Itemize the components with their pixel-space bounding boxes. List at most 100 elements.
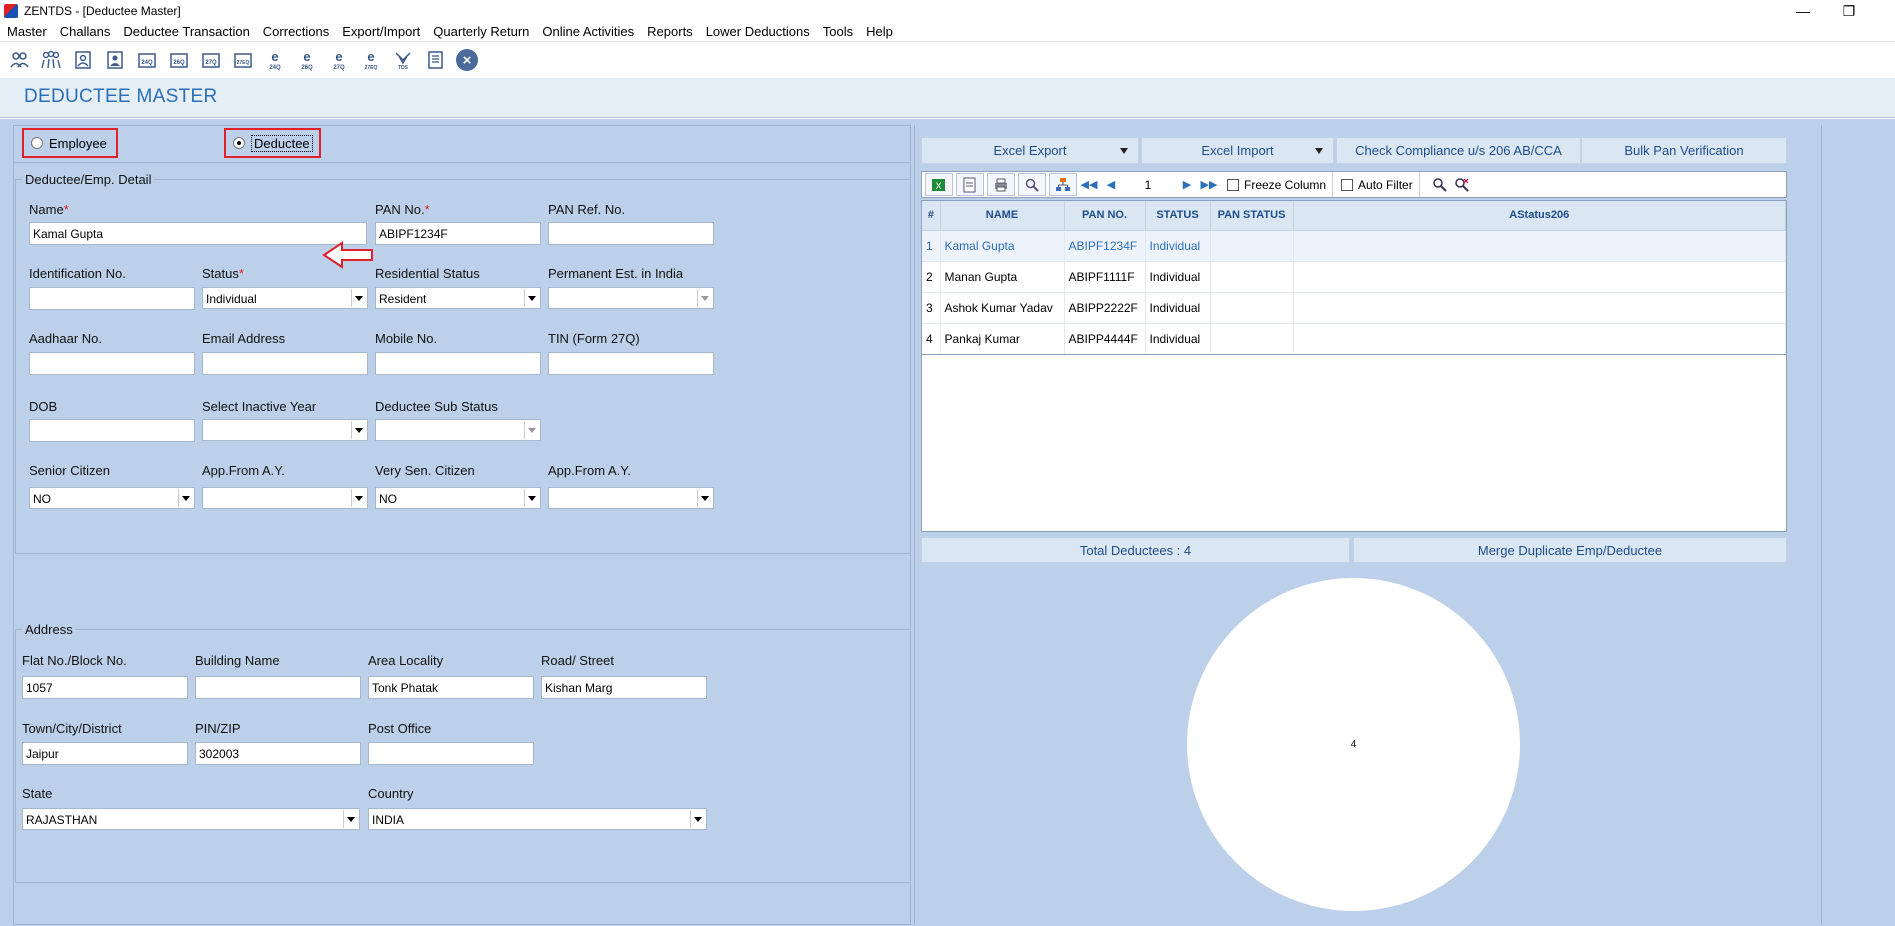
chevron-down-icon[interactable] <box>524 289 539 307</box>
excel-icon[interactable]: X <box>925 173 953 196</box>
menu-tools[interactable]: Tools <box>823 24 853 39</box>
pdf-icon[interactable] <box>956 173 984 196</box>
tin-field[interactable] <box>548 352 714 375</box>
prev-page-icon[interactable]: ◀ <box>1101 176 1121 194</box>
chevron-down-icon[interactable] <box>351 421 366 439</box>
search-icon[interactable] <box>1430 176 1450 194</box>
post-field[interactable] <box>368 742 534 765</box>
col-astatus206[interactable]: AStatus206 <box>1293 201 1786 231</box>
form-24q-icon[interactable]: 24Q <box>134 47 160 73</box>
close-icon[interactable]: × <box>454 47 480 73</box>
chevron-down-icon[interactable] <box>690 810 705 828</box>
menu-corrections[interactable]: Corrections <box>263 24 329 39</box>
restore-button[interactable]: ❐ <box>1829 0 1869 22</box>
chevron-down-icon[interactable] <box>351 289 366 307</box>
area-field[interactable]: Tonk Phatak <box>368 676 534 699</box>
person-icon[interactable] <box>102 47 128 73</box>
col-name[interactable]: NAME <box>940 201 1065 231</box>
senior-select[interactable]: NO <box>29 487 195 509</box>
menu-challans[interactable]: Challans <box>60 24 111 39</box>
flat-field[interactable]: 1057 <box>22 676 188 699</box>
freeze-column-box[interactable] <box>1227 178 1239 191</box>
very-senior-select[interactable]: NO <box>375 487 541 509</box>
table-row[interactable]: 4 Pankaj Kumar ABIPP4444F Individual <box>922 323 1786 355</box>
table-row[interactable]: 3 Ashok Kumar Yadav ABIPP2222F Individua… <box>922 292 1786 324</box>
menu-online-activities[interactable]: Online Activities <box>542 24 634 39</box>
form-26q-icon[interactable]: 26Q <box>166 47 192 73</box>
users-icon[interactable] <box>6 47 32 73</box>
print-icon[interactable] <box>987 173 1015 196</box>
col-index[interactable]: # <box>922 201 941 231</box>
email-field[interactable] <box>202 352 368 375</box>
first-page-icon[interactable]: ◀◀ <box>1079 176 1099 194</box>
menu-lower-deductions[interactable]: Lower Deductions <box>706 24 810 39</box>
col-pan[interactable]: PAN NO. <box>1064 201 1146 231</box>
sub-status-select[interactable] <box>375 419 541 441</box>
chevron-down-icon[interactable] <box>1120 148 1128 154</box>
deductee-radio-circle[interactable] <box>233 137 245 149</box>
menu-master[interactable]: Master <box>7 24 47 39</box>
e-27eq-icon[interactable]: e 27EQ <box>358 47 384 73</box>
auto-filter-checkbox[interactable]: Auto Filter <box>1341 172 1420 197</box>
chevron-down-icon[interactable] <box>524 421 539 439</box>
freeze-column-checkbox[interactable]: Freeze Column <box>1227 172 1334 197</box>
excel-export-button[interactable]: Excel Export <box>921 137 1139 164</box>
check-compliance-button[interactable]: Check Compliance u/s 206 AB/CCA <box>1336 137 1581 164</box>
town-field[interactable]: Jaipur <box>22 742 188 765</box>
pan-field[interactable]: ABIPF1234F <box>375 222 541 245</box>
building-field[interactable] <box>195 676 361 699</box>
e-26q-icon[interactable]: e 26Q <box>294 47 320 73</box>
chevron-down-icon[interactable] <box>524 489 539 507</box>
last-page-icon[interactable]: ▶▶ <box>1199 176 1219 194</box>
dob-field[interactable] <box>29 419 195 442</box>
chevron-down-icon[interactable] <box>697 489 712 507</box>
pin-field[interactable]: 302003 <box>195 742 361 765</box>
col-status[interactable]: STATUS <box>1145 201 1211 231</box>
clear-search-icon[interactable] <box>1452 176 1472 194</box>
form-27eq-icon[interactable]: 27EQ <box>230 47 256 73</box>
employee-radio[interactable]: Employee <box>22 128 118 158</box>
notes-icon[interactable] <box>422 47 448 73</box>
app-from-select[interactable] <box>202 487 368 509</box>
aadhaar-field[interactable] <box>29 352 195 375</box>
tds-icon[interactable]: TDS <box>390 47 416 73</box>
menu-deductee-transaction[interactable]: Deductee Transaction <box>123 24 249 39</box>
ident-field[interactable] <box>29 287 195 310</box>
mobile-field[interactable] <box>375 352 541 375</box>
state-select[interactable]: RAJASTHAN <box>22 808 360 830</box>
form-27q-icon[interactable]: 27Q <box>198 47 224 73</box>
app-from2-select[interactable] <box>548 487 714 509</box>
e-24q-icon[interactable]: e 24Q <box>262 47 288 73</box>
employee-radio-circle[interactable] <box>31 137 43 149</box>
chevron-down-icon[interactable] <box>343 810 358 828</box>
country-select[interactable]: INDIA <box>368 808 707 830</box>
chevron-down-icon[interactable] <box>351 489 366 507</box>
chevron-down-icon[interactable] <box>697 289 712 307</box>
chevron-down-icon[interactable] <box>178 489 193 507</box>
minimize-button[interactable]: — <box>1783 0 1823 22</box>
status-select[interactable]: Individual <box>202 287 368 309</box>
name-field[interactable]: Kamal Gupta <box>29 222 367 245</box>
perm-est-select[interactable] <box>548 287 714 309</box>
layout-icon[interactable] <box>1049 173 1077 196</box>
deductor-icon[interactable] <box>70 47 96 73</box>
menu-reports[interactable]: Reports <box>647 24 693 39</box>
table-row[interactable]: 2 Manan Gupta ABIPF1111F Individual <box>922 261 1786 293</box>
group-icon[interactable] <box>38 47 64 73</box>
res-status-select[interactable]: Resident <box>375 287 541 309</box>
inactive-year-select[interactable] <box>202 419 368 441</box>
deductee-radio[interactable]: Deductee <box>224 128 321 158</box>
excel-import-button[interactable]: Excel Import <box>1141 137 1334 164</box>
road-field[interactable]: Kishan Marg <box>541 676 707 699</box>
e-27q-icon[interactable]: e 27Q <box>326 47 352 73</box>
find-icon[interactable] <box>1018 173 1046 196</box>
chevron-down-icon[interactable] <box>1315 148 1323 154</box>
bulk-pan-verification-button[interactable]: Bulk Pan Verification <box>1581 137 1787 164</box>
col-pan-status[interactable]: PAN STATUS <box>1210 201 1294 231</box>
page-number-field[interactable]: 1 <box>1125 174 1171 196</box>
auto-filter-box[interactable] <box>1341 178 1354 191</box>
menu-quarterly-return[interactable]: Quarterly Return <box>433 24 529 39</box>
next-page-icon[interactable]: ▶ <box>1177 176 1197 194</box>
menu-export-import[interactable]: Export/Import <box>342 24 420 39</box>
merge-duplicate-button[interactable]: Merge Duplicate Emp/Deductee <box>1353 537 1787 563</box>
